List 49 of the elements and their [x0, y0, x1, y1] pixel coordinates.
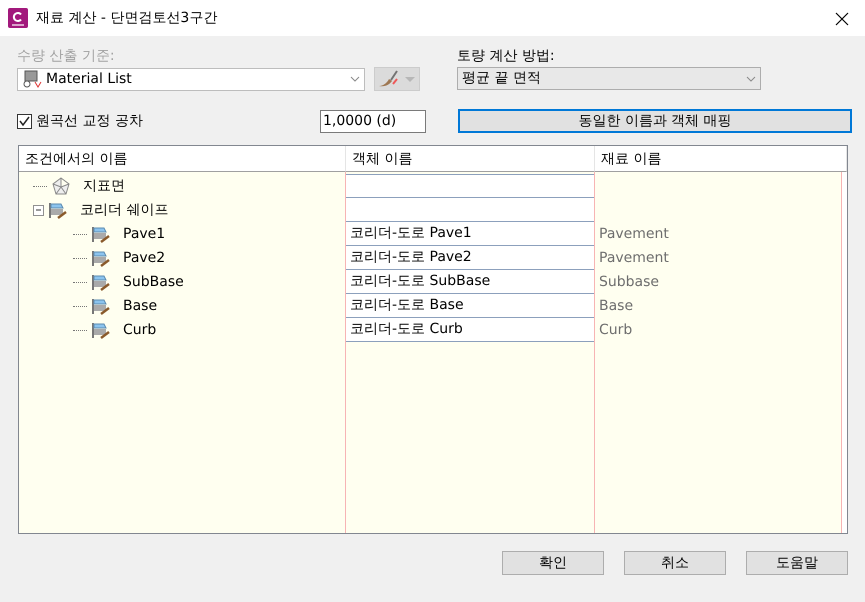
- map-names-button[interactable]: 동일한 이름과 객체 매핑: [458, 109, 852, 133]
- chevron-down-icon: [350, 76, 360, 82]
- collapse-toggle[interactable]: [33, 204, 44, 216]
- object-name-cell[interactable]: [346, 174, 594, 198]
- earthwork-method-dropdown[interactable]: 평균 끝 면적: [457, 67, 761, 90]
- field-label: 수량 산출 기준:: [17, 47, 115, 66]
- close-icon: [835, 12, 849, 26]
- tree-item[interactable]: 지표면: [83, 176, 125, 196]
- dialog-button[interactable]: 취소: [624, 551, 726, 575]
- surface-icon: [51, 177, 71, 195]
- corridor-shape-icon: [91, 225, 111, 243]
- dialog-button[interactable]: 확인: [502, 551, 604, 575]
- tree-item[interactable]: Curb: [123, 320, 156, 340]
- check-icon: [18, 114, 31, 128]
- material-name-cell-text: Pavement: [598, 248, 670, 268]
- tree-item[interactable]: SubBase: [123, 272, 184, 292]
- material-name-cell-text: Subbase: [598, 272, 660, 292]
- column-header[interactable]: 조건에서의 이름: [19, 146, 346, 172]
- checkbox[interactable]: [17, 114, 32, 128]
- app-icon: [8, 8, 28, 28]
- corridor-shape-icon: [91, 249, 111, 267]
- chevron-down-icon: [746, 76, 756, 82]
- tree-item[interactable]: 코리더 쉐이프: [80, 200, 168, 220]
- material-name-cell-text: Curb: [598, 320, 634, 340]
- caret-icon: [405, 76, 415, 82]
- column-header[interactable]: 객체 이름: [346, 146, 595, 172]
- object-name-cell[interactable]: [346, 198, 594, 222]
- dialog-button[interactable]: 도움말: [746, 551, 848, 575]
- field-label: 토량 계산 방법:: [457, 47, 555, 66]
- material-name-cell-text: Pavement: [598, 224, 670, 244]
- tree-item[interactable]: Pave1: [123, 224, 166, 244]
- corridor-shape-icon: [48, 201, 68, 219]
- material-name-cell-text: Base: [598, 296, 634, 316]
- column-header[interactable]: 재료 이름: [595, 146, 847, 172]
- tree-item[interactable]: Pave2: [123, 248, 166, 268]
- corridor-shape-icon: [91, 321, 111, 339]
- corridor-shape-icon: [91, 273, 111, 291]
- material-list-icon: [22, 69, 42, 89]
- tolerance-field[interactable]: 1,0000 (d): [320, 110, 426, 132]
- window-title: 재료 계산 - 단면검토선3구간: [36, 8, 218, 28]
- tree-item[interactable]: Base: [123, 296, 158, 316]
- checkbox-label: 원곡선 교정 공차: [36, 112, 143, 130]
- corridor-shape-icon: [91, 297, 111, 315]
- object-name-cell[interactable]: 코리더-도로 Base: [346, 294, 594, 318]
- brush-dropdown-button[interactable]: [374, 67, 420, 91]
- object-name-cell[interactable]: 코리더-도로 SubBase: [346, 270, 594, 294]
- object-name-cell[interactable]: 코리더-도로 Curb: [346, 318, 594, 342]
- object-name-cell[interactable]: 코리더-도로 Pave2: [346, 246, 594, 270]
- object-name-cell[interactable]: 코리더-도로 Pave1: [346, 222, 594, 246]
